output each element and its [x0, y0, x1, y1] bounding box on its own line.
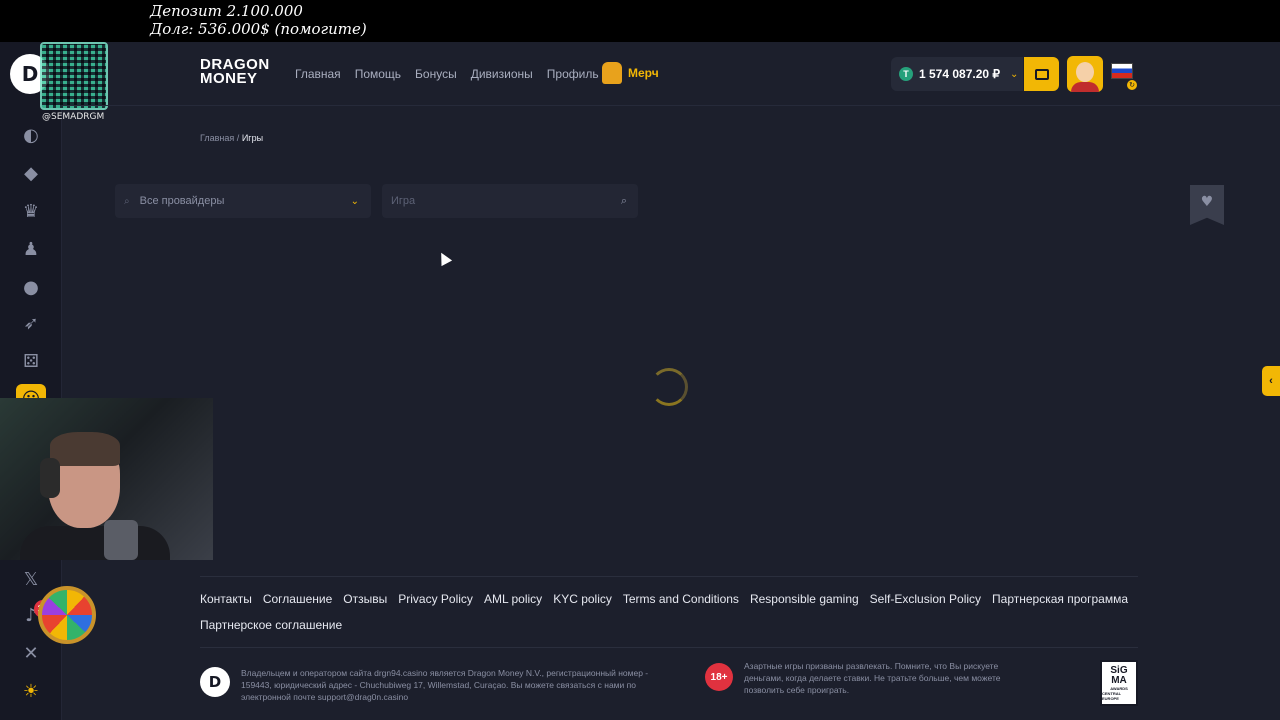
provider-select-label: Все провайдеры: [139, 195, 225, 207]
joystick-icon[interactable]: ●: [20, 276, 42, 298]
webcam-headset: [40, 458, 60, 498]
refresh-icon: ↻: [1127, 80, 1137, 90]
webcam-hair: [50, 432, 120, 466]
mouse-cursor: [435, 249, 453, 267]
stream-overlay: Депозит 2.100.000 Долг: 536.000$ (помоги…: [0, 0, 1280, 42]
debt-text: Долг: 536.000$ (помогите): [150, 20, 367, 38]
webcam-overlay: [0, 398, 213, 560]
wallet-button[interactable]: [1024, 57, 1059, 91]
avatar[interactable]: [1067, 56, 1103, 92]
game-search: ⌕: [382, 184, 638, 218]
breadcrumb-separator: /: [236, 133, 240, 143]
chevron-down-icon: ⌄: [350, 195, 359, 207]
nav-divisions[interactable]: Дивизионы: [471, 67, 533, 81]
merch-label: Мерч: [628, 66, 659, 80]
footer-link-self-exclusion[interactable]: Self-Exclusion Policy: [870, 592, 981, 607]
footer-link-contacts[interactable]: Контакты: [200, 592, 252, 607]
sigma-line-1: SiG: [1110, 664, 1128, 676]
deposit-text: Депозит 2.100.000: [150, 2, 303, 20]
brand-line-2: MONEY: [200, 70, 258, 87]
search-icon: ⌕: [124, 195, 130, 207]
user-icon[interactable]: ♟: [20, 238, 42, 260]
sigma-line-2: MA: [1111, 674, 1127, 686]
legal-text: Владельцем и оператором сайта drgn94.cas…: [241, 668, 649, 702]
heart-icon: ♥: [1200, 194, 1214, 210]
qr-label: @SEMADRGM: [42, 112, 105, 122]
footer-link-reviews[interactable]: Отзывы: [343, 592, 387, 607]
gambling-notice: Азартные игры призваны развлекать. Помни…: [744, 661, 1001, 695]
footer-link-privacy[interactable]: Privacy Policy: [398, 592, 473, 607]
chevron-left-icon[interactable]: ‹: [1262, 366, 1280, 396]
sigma-line-4: CENTRAL EUROPE: [1102, 690, 1122, 701]
footer-links: Контакты Соглашение Отзывы Privacy Polic…: [200, 592, 1138, 633]
footer-link-affiliate-agreement[interactable]: Партнерское соглашение: [200, 618, 342, 633]
sigma-awards-logo: SiG MA AWARDS CENTRAL EUROPE: [1100, 660, 1138, 706]
provider-select[interactable]: ⌕ Все провайдеры ⌄: [115, 184, 371, 218]
chevron-down-icon: ⌄: [1010, 68, 1019, 80]
footer-divider: [200, 647, 1138, 648]
mute-icon[interactable]: ✕: [20, 642, 42, 664]
footer-link-affiliate[interactable]: Партнерская программа: [992, 592, 1128, 607]
language-flag-ru[interactable]: [1111, 63, 1133, 79]
avatar-face: [1076, 62, 1094, 82]
top-header: DRAGON MONEY Главная Помощь Бонусы Дивиз…: [62, 42, 1280, 106]
footer-link-terms[interactable]: Terms and Conditions: [623, 592, 739, 607]
favorites-button[interactable]: ♥: [1190, 185, 1224, 225]
tether-icon: T: [899, 67, 913, 81]
search-icon[interactable]: ⌕: [621, 194, 627, 208]
wallet-icon: [1034, 68, 1049, 80]
footer-link-responsible[interactable]: Responsible gaming: [750, 592, 859, 607]
footer-divider-top: [200, 576, 1138, 577]
balance-amount: 1 574 087.20 ₽: [919, 67, 1001, 81]
nav-bonuses[interactable]: Бонусы: [415, 67, 457, 81]
nav-help[interactable]: Помощь: [355, 67, 401, 81]
nav-home[interactable]: Главная: [295, 67, 341, 81]
avatar-shirt: [1071, 82, 1099, 92]
brand-logo[interactable]: DRAGON MONEY: [200, 57, 270, 87]
loading-spinner: [650, 368, 688, 406]
footer-link-aml[interactable]: AML policy: [484, 592, 542, 607]
balance-selector[interactable]: T 1 574 087.20 ₽ ⌄: [891, 57, 1023, 91]
gamepad-icon[interactable]: ◐: [20, 124, 42, 146]
nav-profile[interactable]: Профиль: [547, 67, 599, 81]
dice-icon[interactable]: ⚄: [20, 350, 42, 372]
main-nav: Главная Помощь Бонусы Дивизионы Профиль: [295, 67, 599, 81]
ticket-icon[interactable]: ◆: [20, 162, 42, 184]
merch-link[interactable]: Мерч: [602, 62, 659, 84]
webcam-body: [20, 526, 170, 560]
breadcrumb: Главная / Игры: [200, 133, 263, 143]
game-search-input[interactable]: [382, 184, 582, 218]
footer-link-agreement[interactable]: Соглашение: [263, 592, 332, 607]
dragon-logo-icon: D: [200, 667, 230, 697]
breadcrumb-current: Игры: [241, 133, 264, 143]
trophy-icon[interactable]: ♛: [20, 200, 42, 222]
fortune-wheel[interactable]: [38, 586, 96, 644]
rocket-icon[interactable]: ➶: [20, 312, 42, 334]
x-icon[interactable]: 𝕏: [20, 568, 42, 590]
sun-icon[interactable]: ☀: [20, 680, 42, 702]
breadcrumb-home[interactable]: Главная: [200, 133, 234, 143]
hoodie-icon: [602, 62, 622, 84]
webcam-microphone: [104, 520, 138, 560]
footer-link-kyc[interactable]: KYC policy: [553, 592, 612, 607]
age-badge: 18+: [705, 663, 733, 691]
